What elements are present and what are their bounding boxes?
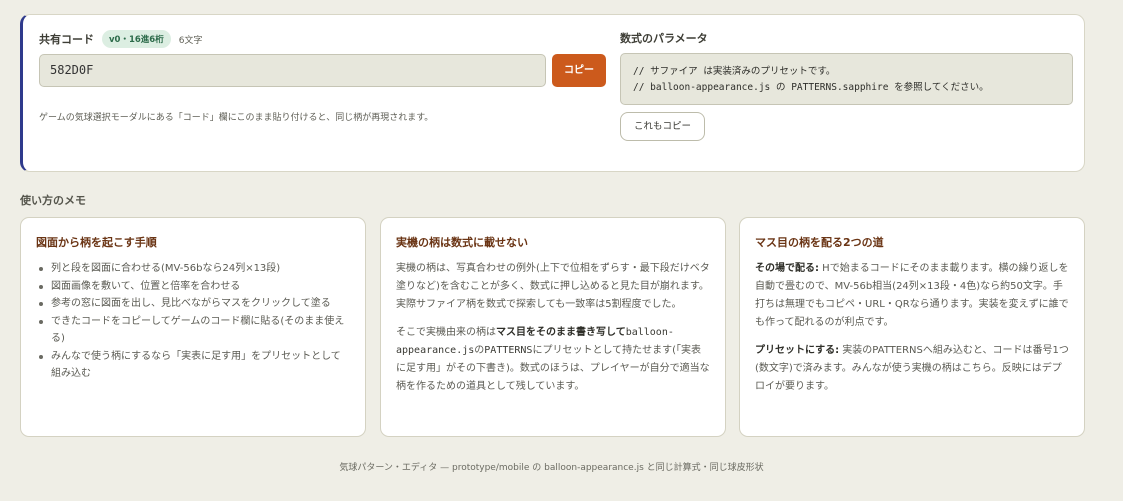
emphasis-text: プリセットにする: [755,345,840,356]
list-item: みんなで使う柄にするなら「実表に足す用」をプリセットとして組み込む [36,348,350,383]
memo-card-distribution: マス目の柄を配る2つの道 その場で配る: Hで始まるコードにそのまま載ります。横… [739,217,1085,437]
text-span: そこで実機由来の柄は [396,327,496,338]
share-code-label: 共有コード [39,33,94,46]
text-span: の [474,345,485,356]
params-line-1: // サファイア は実装済みのプリセットです。 [633,66,836,77]
memo-paragraph: プリセットにする: 実装のPATTERNSへ組み込むと、コードは番号1つ(数文字… [755,342,1069,396]
memo-paragraph: その場で配る: Hで始まるコードにそのまま載ります。横の繰り返しを自動で畳むので… [755,260,1069,332]
memo-card-title: マス目の柄を配る2つの道 [755,236,884,249]
emphasis-text: その場で配る: [755,263,819,274]
list-item: 列と段を図面に合わせる(MV-56bなら24列×13段) [36,260,350,278]
procedure-list: 列と段を図面に合わせる(MV-56bなら24列×13段) 図面画像を敷いて、位置… [36,260,350,383]
share-code-header: 共有コード v0・16進6桁 6文字 [39,30,202,48]
list-item: 図面画像を敷いて、位置と倍率を合わせる [36,278,350,296]
memo-paragraph: 実機の柄は、写真合わせの例外(上下で位相をずらす・最下段だけベタ塗りなど)を含む… [396,263,710,310]
version-badge: v0・16進6桁 [102,30,171,48]
memo-card-title: 実機の柄は数式に載せない [396,236,528,249]
memo-card-real-patterns: 実機の柄は数式に載せない 実機の柄は、写真合わせの例外(上下で位相をずらす・最下… [380,217,726,437]
list-item: できたコードをコピーしてゲームのコード欄に貼る(そのまま使える) [36,313,350,348]
params-line-2: // balloon-appearance.js の PATTERNS.sapp… [633,82,989,93]
code-identifier: PATTERNS [484,345,533,356]
share-code-panel: 共有コード v0・16進6桁 6文字 582D0F コピー ゲームの気球選択モー… [20,14,1085,172]
copy-button[interactable]: コピー [552,54,606,87]
memo-card-title: 図面から柄を起こす手順 [36,236,157,249]
emphasis-text: マス目をそのまま書き写して [496,327,626,338]
share-code-hint: ゲームの気球選択モーダルにある「コード」欄にこのまま貼り付けると、同じ柄が再現さ… [39,113,434,123]
memo-paragraph: そこで実機由来の柄はマス目をそのまま書き写してballoon-appearanc… [396,324,710,396]
copy-params-button[interactable]: これもコピー [620,112,705,141]
params-code-box: // サファイア は実装済みのプリセットです。 // balloon-appea… [620,53,1073,105]
list-item: 参考の窓に図面を出し、見比べながらマスをクリックして塗る [36,295,350,313]
memo-card-procedure: 図面から柄を起こす手順 列と段を図面に合わせる(MV-56bなら24列×13段)… [20,217,366,437]
share-code-input[interactable]: 582D0F [39,54,546,87]
params-label: 数式のパラメータ [620,32,708,45]
footer-text: 気球パターン・エディタ — prototype/mobile の balloon… [339,463,764,473]
memo-heading: 使い方のメモ [20,194,86,207]
char-count: 6文字 [178,35,203,46]
